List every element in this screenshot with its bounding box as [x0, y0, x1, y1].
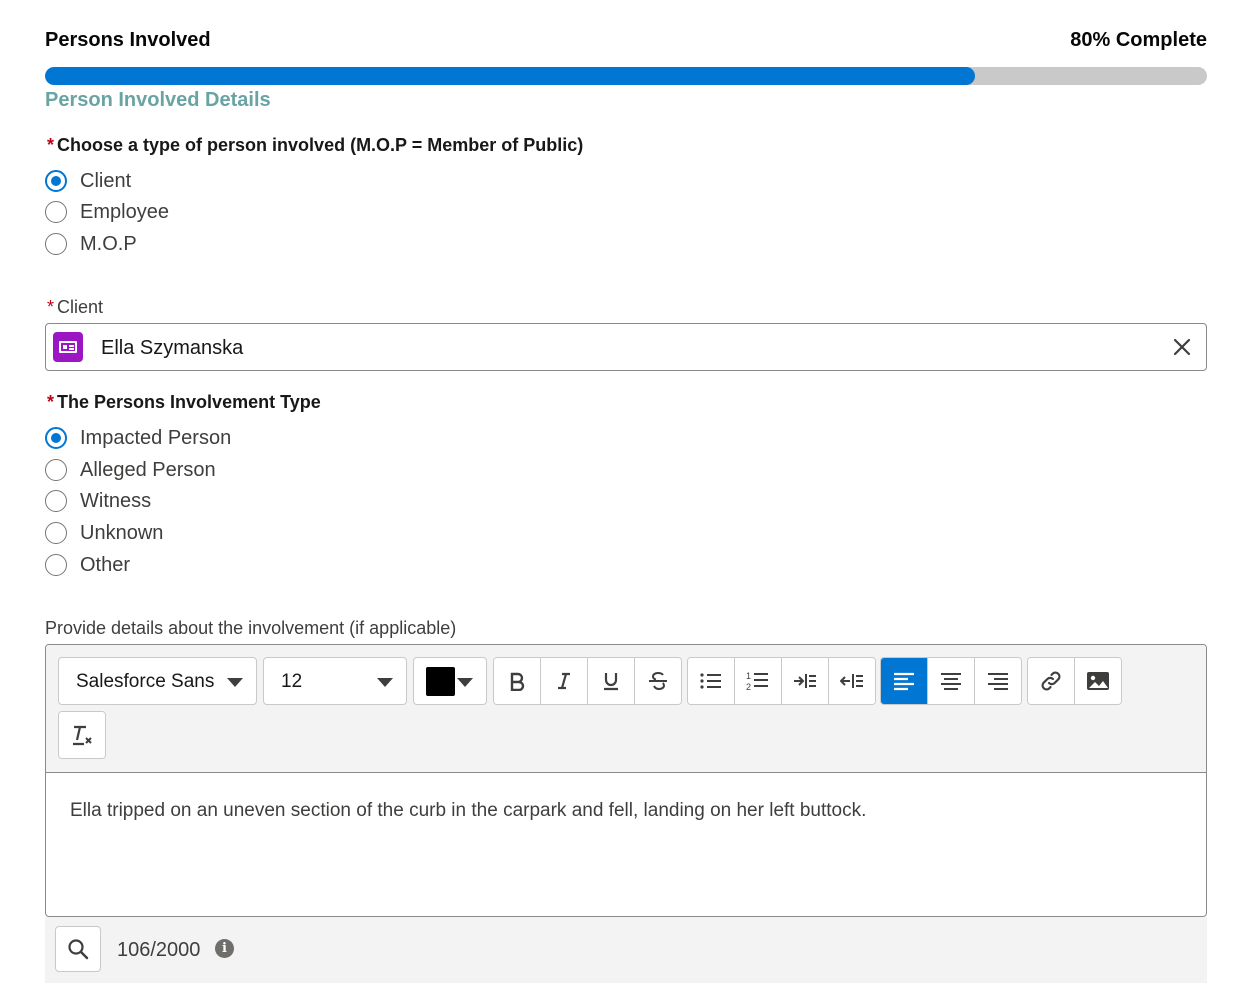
rte-toolbar: Salesforce Sans 12 1 2 — [46, 645, 1206, 773]
progress-bar-fill — [45, 67, 975, 85]
bulleted-list-button[interactable] — [688, 658, 735, 704]
clear-format-group — [58, 711, 106, 759]
radio-label: Unknown — [80, 521, 164, 544]
insert-link-button[interactable] — [1028, 658, 1075, 704]
clear-formatting-icon — [73, 725, 92, 746]
radio-label: Alleged Person — [80, 458, 216, 481]
radio-option-unknown[interactable]: Unknown — [45, 520, 163, 546]
svg-text:2: 2 — [746, 682, 751, 692]
font-size-select[interactable]: 12 — [263, 657, 407, 705]
radio-option-client[interactable]: Client — [45, 168, 131, 194]
italic-icon — [558, 672, 570, 690]
clear-formatting-button[interactable] — [59, 712, 105, 758]
radio-button[interactable] — [45, 427, 67, 449]
radio-button[interactable] — [45, 522, 67, 544]
radio-option-witness[interactable]: Witness — [45, 488, 151, 514]
numbered-list-button[interactable]: 12 — [735, 658, 782, 704]
link-icon — [1041, 671, 1061, 691]
align-button-group — [880, 657, 1022, 705]
chevron-down-icon — [377, 678, 393, 687]
info-icon[interactable]: i — [215, 939, 234, 958]
progress-bar — [45, 67, 1207, 85]
close-icon[interactable] — [1170, 335, 1194, 359]
radio-option-mop[interactable]: M.O.P — [45, 231, 137, 257]
radio-label: M.O.P — [80, 232, 137, 255]
radio-button[interactable] — [45, 459, 67, 481]
search-button[interactable] — [55, 926, 101, 972]
list-button-group: 12 — [687, 657, 876, 705]
radio-label: Employee — [80, 200, 169, 223]
text-color-picker[interactable] — [413, 657, 487, 705]
rte-content[interactable]: Ella tripped on an uneven section of the… — [70, 800, 866, 822]
character-count: 106/2000 — [117, 939, 201, 961]
chevron-down-icon — [227, 678, 243, 687]
underline-icon — [604, 673, 618, 691]
strikethrough-icon — [649, 671, 667, 691]
bulleted-list-icon — [700, 673, 721, 689]
rich-text-editor: Salesforce Sans 12 1 2 Ella tripped on a… — [45, 644, 1207, 917]
contact-card-icon — [53, 332, 83, 362]
align-center-button[interactable] — [928, 658, 975, 704]
bold-icon — [510, 672, 525, 691]
client-lookup-field[interactable]: Ella Szymanska — [45, 323, 1207, 371]
align-center-icon — [941, 673, 961, 690]
insert-image-button[interactable] — [1075, 658, 1121, 704]
radio-label: Witness — [80, 489, 152, 512]
indent-icon — [794, 674, 816, 688]
radio-label: Other — [80, 553, 131, 576]
progress-label: 80% Complete — [1070, 29, 1207, 51]
align-left-button[interactable] — [881, 658, 928, 704]
page-title: Persons Involved — [45, 29, 211, 51]
required-marker: * — [47, 135, 55, 155]
indent-button[interactable] — [782, 658, 829, 704]
radio-button[interactable] — [45, 170, 67, 192]
involvement-type-label: * The Persons Involvement Type — [47, 392, 321, 412]
outdent-button[interactable] — [829, 658, 875, 704]
radio-button[interactable] — [45, 490, 67, 512]
client-lookup-value: Ella Szymanska — [101, 337, 244, 359]
section-title: Person Involved Details — [45, 89, 271, 111]
italic-button[interactable] — [541, 658, 588, 704]
font-family-select[interactable]: Salesforce Sans — [58, 657, 257, 705]
radio-option-employee[interactable]: Employee — [45, 199, 169, 225]
radio-label: Client — [80, 169, 132, 192]
radio-button[interactable] — [45, 554, 67, 576]
align-left-icon — [894, 672, 914, 691]
radio-option-alleged-person[interactable]: Alleged Person — [45, 457, 216, 483]
bold-button[interactable] — [494, 658, 541, 704]
radio-button[interactable] — [45, 233, 67, 255]
radio-option-other[interactable]: Other — [45, 552, 130, 578]
image-icon — [1087, 672, 1109, 690]
align-right-icon — [988, 673, 1008, 690]
radio-option-impacted-person[interactable]: Impacted Person — [45, 425, 231, 451]
outdent-icon — [840, 674, 863, 688]
align-right-button[interactable] — [975, 658, 1021, 704]
client-field-label: * Client — [47, 297, 104, 317]
color-swatch — [426, 667, 455, 696]
search-icon — [68, 939, 89, 960]
underline-button[interactable] — [588, 658, 635, 704]
details-label: Provide details about the involvement (i… — [45, 618, 457, 638]
format-button-group — [493, 657, 682, 705]
person-type-label: * Choose a type of person involved (M.O.P… — [47, 135, 584, 155]
strikethrough-button[interactable] — [635, 658, 681, 704]
rte-footer: 106/2000 i — [45, 917, 1207, 983]
chevron-down-icon — [457, 678, 473, 687]
radio-label: Impacted Person — [80, 426, 232, 449]
numbered-list-icon: 12 — [746, 671, 768, 692]
insert-button-group — [1027, 657, 1122, 705]
svg-text:1: 1 — [746, 671, 751, 681]
radio-button[interactable] — [45, 201, 67, 223]
